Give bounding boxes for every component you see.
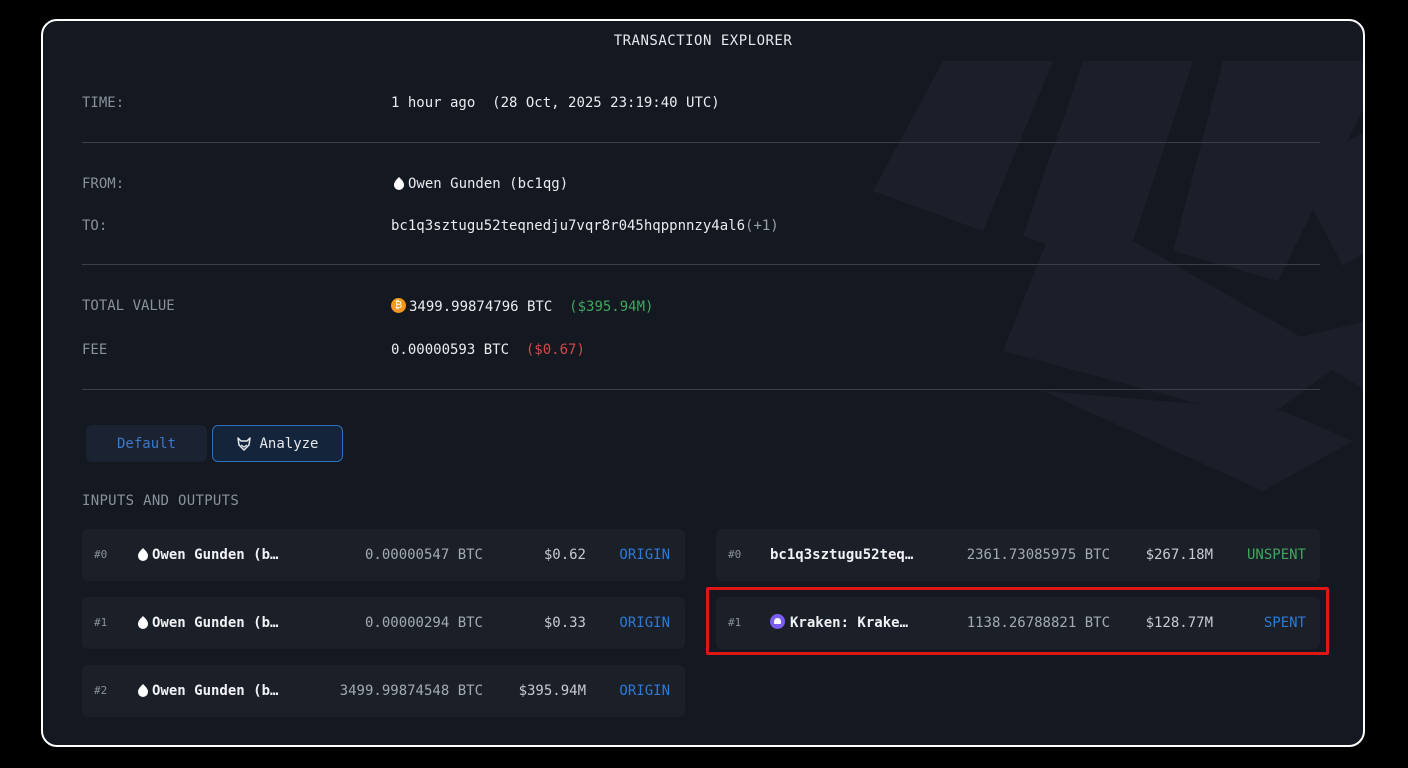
row-amount: 2361.73085975 BTC: [966, 547, 1110, 563]
row-status[interactable]: ORIGIN: [619, 529, 670, 581]
total-value-usd: ($395.94M): [569, 299, 654, 315]
row-usd: $267.18M: [1145, 547, 1213, 563]
row-status[interactable]: ORIGIN: [619, 597, 670, 649]
row-name: Owen Gunden (b…: [152, 547, 279, 563]
to-address[interactable]: bc1q3sztugu52teqnedju7vqr8r045hqppnnzy4a…: [391, 218, 745, 234]
fee-label: FEE: [82, 342, 108, 358]
row-name[interactable]: bc1q3sztugu52teq…: [770, 529, 913, 581]
row-entity[interactable]: Owen Gunden (b…: [135, 597, 278, 649]
to-value: bc1q3sztugu52teqnedju7vqr8r045hqppnnzy4a…: [391, 218, 779, 234]
tab-analyze-label: Analyze: [259, 435, 319, 452]
inputs-outputs-heading: INPUTS AND OUTPUTS: [82, 493, 240, 509]
tab-analyze[interactable]: Analyze: [212, 425, 343, 462]
page-title: TRANSACTION EXPLORER: [613, 33, 793, 49]
row-amount: 3499.99874548 BTC: [339, 683, 483, 699]
entity-drop-icon: [394, 177, 404, 190]
divider: [82, 389, 1320, 390]
row-index: #0: [94, 548, 108, 561]
time-relative: 1 hour ago: [391, 95, 476, 111]
divider: [82, 142, 1320, 143]
row-index: #1: [94, 616, 108, 629]
row-entity[interactable]: Owen Gunden (b…: [135, 665, 278, 717]
row-entity[interactable]: Owen Gunden (b…: [135, 529, 278, 581]
input-row[interactable]: #1 Owen Gunden (b… 0.00000294 BTC $0.33 …: [82, 597, 685, 649]
total-value-label: TOTAL VALUE: [82, 298, 175, 314]
total-value: 3499.99874796 BTC ($395.94M): [391, 298, 653, 315]
row-usd: $0.33: [543, 615, 586, 631]
row-usd: $0.62: [543, 547, 586, 563]
total-value-btc: 3499.99874796 BTC: [409, 299, 553, 315]
to-extra-count[interactable]: (+1): [745, 218, 779, 234]
row-status[interactable]: ORIGIN: [619, 665, 670, 717]
time-value: 1 hour ago (28 Oct, 2025 23:19:40 UTC): [391, 95, 720, 111]
fee-usd: ($0.67): [525, 342, 585, 358]
fee-value: 0.00000593 BTC ($0.67): [391, 342, 585, 358]
to-label: TO:: [82, 218, 108, 234]
tab-default[interactable]: Default: [86, 425, 207, 462]
fee-btc: 0.00000593 BTC: [391, 342, 510, 358]
from-name[interactable]: Owen Gunden (bc1qg): [408, 176, 568, 192]
entity-drop-icon: [138, 616, 148, 629]
entity-drop-icon: [138, 548, 148, 561]
output-row[interactable]: #0 bc1q3sztugu52teq… 2361.73085975 BTC $…: [716, 529, 1320, 581]
time-label: TIME:: [82, 95, 125, 111]
row-usd: $395.94M: [518, 683, 586, 699]
row-name: Owen Gunden (b…: [152, 615, 279, 631]
input-row[interactable]: #2 Owen Gunden (b… 3499.99874548 BTC $39…: [82, 665, 685, 717]
input-row[interactable]: #0 Owen Gunden (b… 0.00000547 BTC $0.62 …: [82, 529, 685, 581]
row-amount: 0.00000547 BTC: [364, 547, 483, 563]
entity-drop-icon: [138, 684, 148, 697]
row-name: Owen Gunden (b…: [152, 683, 279, 699]
row-amount: 0.00000294 BTC: [364, 615, 483, 631]
time-absolute: (28 Oct, 2025 23:19:40 UTC): [492, 95, 720, 111]
row-index: #0: [728, 548, 742, 561]
highlight-box: [706, 587, 1329, 655]
bitcoin-icon: [391, 298, 406, 313]
row-index: #2: [94, 684, 108, 697]
transaction-explorer-panel: TRANSACTION EXPLORER TIME: 1 hour ago (2…: [41, 19, 1365, 747]
from-value[interactable]: Owen Gunden (bc1qg): [391, 176, 568, 192]
from-label: FROM:: [82, 176, 125, 192]
fox-icon: [237, 436, 252, 451]
row-status[interactable]: UNSPENT: [1247, 529, 1306, 581]
divider: [82, 264, 1320, 265]
